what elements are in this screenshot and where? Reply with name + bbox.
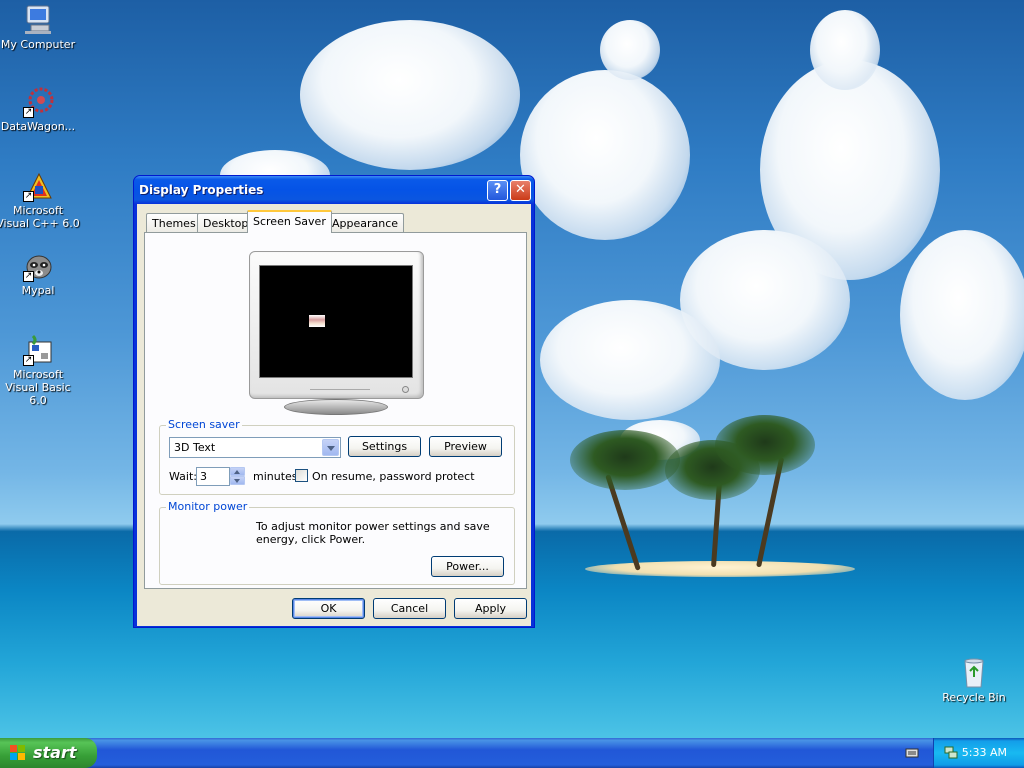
clock[interactable]: 5:33 AM <box>962 746 1007 759</box>
screen-saver-group: Screen saver 3D Text Settings Preview Wa… <box>159 418 515 495</box>
monitor-power-description: To adjust monitor power settings and sav… <box>256 520 490 546</box>
keyboard-icon[interactable] <box>905 746 919 759</box>
screen-saver-panel: Screen saver 3D Text Settings Preview Wa… <box>144 232 527 589</box>
island <box>585 561 855 577</box>
desktop-icon-label: DataWagon... <box>0 120 76 133</box>
cloud <box>810 10 880 90</box>
tab-screen-saver[interactable]: Screen Saver <box>247 210 332 233</box>
desktop-icon-label: My Computer <box>0 38 76 51</box>
shortcut-arrow-icon: ↗ <box>23 271 34 282</box>
desktop-icon-visual-basic[interactable]: ↗ Microsoft Visual Basic 6.0 <box>0 334 80 407</box>
network-icon[interactable] <box>944 746 958 759</box>
raccoon-icon: ↗ <box>21 250 55 282</box>
window-title: Display Properties <box>139 183 264 197</box>
screen-saver-group-label: Screen saver <box>166 418 242 431</box>
preview-screen <box>259 265 413 378</box>
monitor-preview <box>249 251 424 399</box>
title-bar[interactable]: Display Properties ? ✕ <box>134 176 534 204</box>
power-button[interactable]: Power... <box>431 556 504 577</box>
help-button[interactable]: ? <box>487 180 508 201</box>
wait-label: Wait: <box>169 470 197 483</box>
desktop-icon-mypal[interactable]: ↗ Mypal <box>0 250 80 297</box>
password-protect-checkbox[interactable] <box>295 469 308 482</box>
desktop-icon-label: Microsoft Visual C++ 6.0 <box>0 204 80 230</box>
window-client-area: Themes Desktop Screen Saver Appearance S… <box>137 204 531 626</box>
desktop-icon-visual-cpp[interactable]: ↗ Microsoft Visual C++ 6.0 <box>0 170 80 230</box>
desktop-icon-label: Microsoft Visual Basic 6.0 <box>5 368 71 407</box>
screen-saver-select[interactable]: 3D Text <box>169 437 341 458</box>
close-button[interactable]: ✕ <box>510 180 531 201</box>
preview-button[interactable]: Preview <box>429 436 502 457</box>
monitor-power-group-label: Monitor power <box>166 500 250 513</box>
minutes-label: minutes <box>253 470 298 483</box>
cloud <box>600 20 660 80</box>
tab-desktop[interactable]: Desktop <box>197 213 255 232</box>
cloud <box>900 230 1024 400</box>
display-properties-window: Display Properties ? ✕ Themes Desktop Sc… <box>133 175 535 628</box>
start-button[interactable]: start <box>0 738 97 768</box>
desktop-icon-datawagon[interactable]: ↗ DataWagon... <box>0 86 80 133</box>
settings-button[interactable]: Settings <box>348 436 421 457</box>
shortcut-arrow-icon: ↗ <box>23 107 34 118</box>
datawagon-icon: ↗ <box>21 86 55 118</box>
wait-minutes-input[interactable]: 3 <box>196 467 230 486</box>
start-label: start <box>33 743 77 762</box>
visual-basic-icon: ↗ <box>21 334 55 366</box>
desktop-icon-label: Recycle Bin <box>942 691 1006 704</box>
cloud <box>300 20 520 170</box>
windows-logo-icon <box>10 745 27 761</box>
cancel-button[interactable]: Cancel <box>373 598 446 619</box>
monitor-stand <box>284 399 388 415</box>
taskbar: start 5:33 AM <box>0 738 1024 768</box>
monitor-slot <box>310 389 370 393</box>
desktop-icon-my-computer[interactable]: My Computer <box>0 4 80 51</box>
recycle-bin-icon <box>957 657 991 689</box>
palm-fronds <box>715 415 815 475</box>
screen-saver-preview-glyph <box>309 315 325 327</box>
desktop-icon-recycle-bin[interactable]: Recycle Bin <box>932 657 1016 704</box>
computer-icon <box>21 4 55 36</box>
desktop-icon-label: Mypal <box>21 284 55 297</box>
spin-up-icon[interactable] <box>230 467 245 476</box>
spin-down-icon[interactable] <box>230 476 245 485</box>
palm-fronds <box>570 430 680 490</box>
password-protect-label[interactable]: On resume, password protect <box>312 470 475 483</box>
ok-button[interactable]: OK <box>292 598 365 619</box>
cloud <box>540 300 720 420</box>
tab-appearance[interactable]: Appearance <box>326 213 405 232</box>
chevron-down-icon[interactable] <box>322 439 339 456</box>
shortcut-arrow-icon: ↗ <box>23 191 34 202</box>
shortcut-arrow-icon: ↗ <box>23 355 34 366</box>
screen-saver-selected-value: 3D Text <box>174 441 216 454</box>
system-tray: 5:33 AM <box>933 738 1024 768</box>
apply-button[interactable]: Apply <box>454 598 527 619</box>
tab-themes[interactable]: Themes <box>146 213 202 232</box>
visual-cpp-icon: ↗ <box>21 170 55 202</box>
monitor-power-led-icon <box>402 386 409 393</box>
cloud <box>520 70 690 240</box>
monitor-power-group: Monitor power To adjust monitor power se… <box>159 500 515 585</box>
